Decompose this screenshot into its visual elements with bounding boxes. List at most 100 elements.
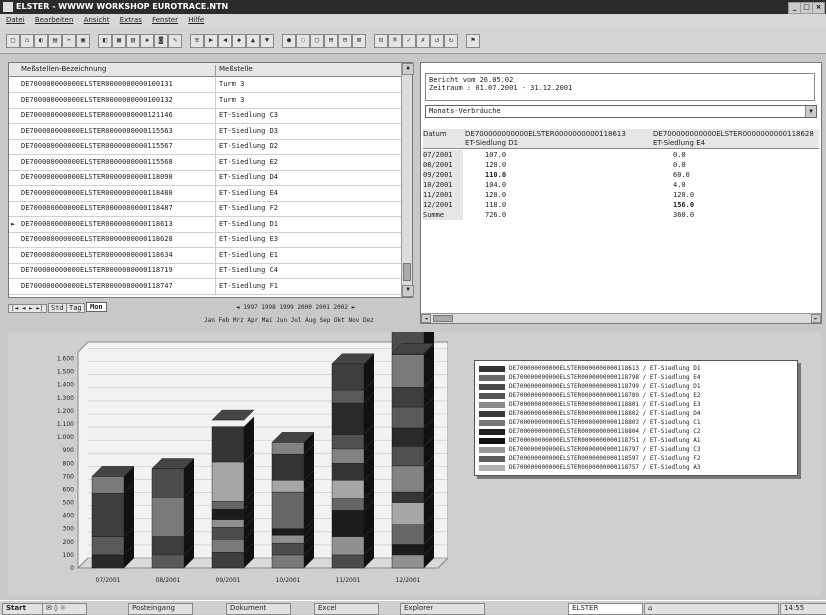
toolbar-button-icon[interactable]: ↻ — [444, 34, 458, 48]
table-row[interactable]: 09/2001 110.0 60.0 — [423, 170, 819, 180]
list-item[interactable]: DE700000000000ELSTER0000000000118634 ET-S… — [9, 247, 401, 264]
list-item[interactable]: DE700000000000ELSTER0000000000118480 ET-S… — [9, 185, 401, 202]
legend-item: DE700000000000ELSTER0000000000118799 / E… — [479, 383, 700, 391]
scroll-thumb[interactable] — [403, 263, 411, 281]
toolbar-button-icon[interactable]: ▲ — [246, 34, 260, 48]
toolbar-button-icon[interactable]: ▶ — [204, 34, 218, 48]
x-tick-label: 10/2001 — [276, 577, 301, 584]
table-column-header[interactable]: Datum — [423, 130, 465, 138]
toolbar-button-icon[interactable]: ◆ — [232, 34, 246, 48]
scroll-left-button[interactable]: ◄ — [421, 314, 431, 323]
tab-day[interactable]: Tag — [66, 303, 85, 313]
menu-help[interactable]: Hilfe — [188, 16, 204, 24]
toolbar-button-icon[interactable]: ⊞ — [324, 34, 338, 48]
title-bar: ELSTER - WWWW WORKSHOP EUROTRACE.NTN _ □… — [0, 0, 826, 14]
menu-file[interactable]: Datei — [6, 16, 25, 24]
report-type-dropdown[interactable]: Monats-Verbräuche ▼ — [425, 105, 817, 118]
list-item[interactable]: ► DE700000000000ELSTER0000000000118613 ET-… — [9, 216, 401, 233]
toolbar-button-icon[interactable]: □ — [6, 34, 20, 48]
table-row[interactable]: 08/2001 120.0 0.0 — [423, 160, 819, 170]
chevron-down-icon[interactable]: ▼ — [805, 106, 816, 117]
toolbar-button-icon[interactable]: ◙ — [154, 34, 168, 48]
toolbar-button-icon[interactable]: ⊠ — [352, 34, 366, 48]
table-row[interactable]: 11/2001 120.0 120.0 — [423, 190, 819, 200]
table-row[interactable]: 10/2001 104.0 4.0 — [423, 180, 819, 190]
table-hscrollbar[interactable]: ◄ ► — [421, 313, 821, 323]
toolbar-button-icon[interactable]: ✂ — [62, 34, 76, 48]
toolbar-button-icon[interactable]: ◧ — [98, 34, 112, 48]
hscroll-thumb[interactable] — [433, 315, 453, 322]
scroll-up-button[interactable]: ▲ — [402, 63, 414, 75]
list-item[interactable]: DE700000000000ELSTER0000000000118090 ET-S… — [9, 170, 401, 186]
list-item[interactable]: DE700000000000ELSTER0000000000118487 ET-S… — [9, 201, 401, 217]
task-document[interactable]: Dokument — [226, 603, 291, 615]
list-item[interactable]: DE700000000000ELSTER0000000000121146 ET-S… — [9, 108, 401, 124]
toolbar-button-icon[interactable]: ▣ — [76, 34, 90, 48]
table-row[interactable]: 07/2001 107.0 0.0 — [423, 150, 819, 160]
list-item[interactable]: DE700000000000ELSTER0000000000115563 ET-S… — [9, 123, 401, 140]
toolbar-button-icon[interactable]: ↺ — [430, 34, 444, 48]
table-row[interactable]: Summe 726.0 360.0 — [423, 210, 819, 220]
list-item[interactable]: DE700000000000ELSTER0000000000100132 Turm… — [9, 92, 401, 109]
toolbar-button-icon[interactable]: ⊟ — [338, 34, 352, 48]
toolbar-button-icon[interactable]: ◐ — [34, 34, 48, 48]
window-title: ELSTER - WWWW WORKSHOP EUROTRACE.NTN — [16, 2, 229, 11]
toolbar-button-icon[interactable]: ◈ — [140, 34, 154, 48]
toolbar-button-icon[interactable]: ✓ — [402, 34, 416, 48]
tab-hour[interactable]: Std — [48, 303, 67, 313]
list-item[interactable]: DE700000000000ELSTER0000000000118747 ET-S… — [9, 278, 401, 295]
report-info: Bericht vom 26.05.02 Zeitraum : 01.07.20… — [425, 73, 815, 101]
toolbar-button-icon[interactable]: ▥ — [126, 34, 140, 48]
task-elster[interactable]: ELSTER — [568, 603, 643, 615]
year-selector[interactable]: ◄ 1997 1998 1999 2000 2001 2002 ► — [236, 304, 355, 311]
list-item[interactable]: DE700000000000ELSTER0000000000118719 ET-S… — [9, 263, 401, 279]
list-item[interactable]: DE700000000000ELSTER0000000000118628 ET-S… — [9, 232, 401, 248]
toolbar-button-icon[interactable]: ▢ — [310, 34, 324, 48]
toolbar-button-icon[interactable]: ◌ — [296, 34, 310, 48]
menu-window[interactable]: Fenster — [152, 16, 178, 24]
start-button[interactable]: Start — [2, 603, 43, 615]
close-button[interactable]: × — [812, 2, 825, 14]
menu-edit[interactable]: Bearbeiten — [35, 16, 73, 24]
toolbar-button-icon[interactable]: ⌘ — [388, 34, 402, 48]
menu-tools[interactable]: Extras — [120, 16, 142, 24]
bar-segment — [331, 510, 365, 537]
list-item[interactable]: DE700000000000ELSTER0000000000115567 ET-S… — [9, 139, 401, 155]
toolbar-button-icon[interactable]: ▦ — [112, 34, 126, 48]
toolbar-button-icon[interactable]: ✗ — [416, 34, 430, 48]
toolbar-button-icon[interactable]: ◀ — [218, 34, 232, 48]
column-header-meter[interactable]: Meßstelle — [215, 65, 253, 77]
bar-segment — [91, 493, 125, 537]
toolbar-button-icon[interactable]: ⚑ — [466, 34, 480, 48]
menu-view[interactable]: Ansicht — [84, 16, 110, 24]
scroll-right-button[interactable]: ► — [811, 314, 821, 323]
quick-launch[interactable]: ✉ ◊ ☼ — [42, 603, 87, 615]
table-header: Datum DE700000000000ELSTER000000000011861… — [423, 129, 819, 149]
month-selector[interactable]: Jan Feb Mrz Apr Mai Jun Jul Aug Sep Okt … — [204, 317, 374, 324]
task-excel[interactable]: Excel — [314, 603, 379, 615]
table-column-header[interactable]: DE700000000000ELSTER0000000000118628 — [653, 130, 819, 138]
toolbar-button-icon[interactable]: ⌂ — [20, 34, 34, 48]
toolbar-button-icon[interactable]: ● — [282, 34, 296, 48]
table-column-header[interactable]: DE700000000000ELSTER0000000000118613 — [465, 130, 653, 138]
toolbar-button-icon[interactable]: ≡ — [190, 34, 204, 48]
toolbar-button-icon[interactable]: ▤ — [48, 34, 62, 48]
list-item[interactable]: DE700000000000ELSTER0000000000100131 Turm… — [9, 77, 401, 93]
table-row[interactable]: 12/2001 118.0 156.0 — [423, 200, 819, 210]
tab-month[interactable]: Mon — [86, 302, 107, 312]
list-header: Meßstellen-Bezeichnung Meßstelle — [9, 63, 401, 77]
list-item[interactable]: DE700000000000ELSTER0000000000115568 ET-S… — [9, 154, 401, 171]
toolbar-button-icon[interactable]: ✎ — [168, 34, 182, 48]
tab-scroll-buttons[interactable]: |◄ ◄ ► ►| — [8, 304, 47, 313]
toolbar-button-icon[interactable]: ⊡ — [374, 34, 388, 48]
bar-segment — [211, 519, 245, 528]
toolbar-button-icon[interactable]: ▼ — [260, 34, 274, 48]
task-other[interactable]: ⌂ — [644, 603, 779, 615]
scroll-down-button[interactable]: ▼ — [402, 285, 414, 297]
row-selector-icon: ► — [11, 219, 16, 228]
list-scrollbar[interactable]: ▲ ▼ — [401, 63, 414, 297]
task-explorer[interactable]: Explorer — [400, 603, 485, 615]
task-inbox[interactable]: Posteingang — [128, 603, 193, 615]
column-header-description[interactable]: Meßstellen-Bezeichnung — [21, 65, 106, 73]
y-tick-label: 1.600 — [57, 356, 74, 363]
